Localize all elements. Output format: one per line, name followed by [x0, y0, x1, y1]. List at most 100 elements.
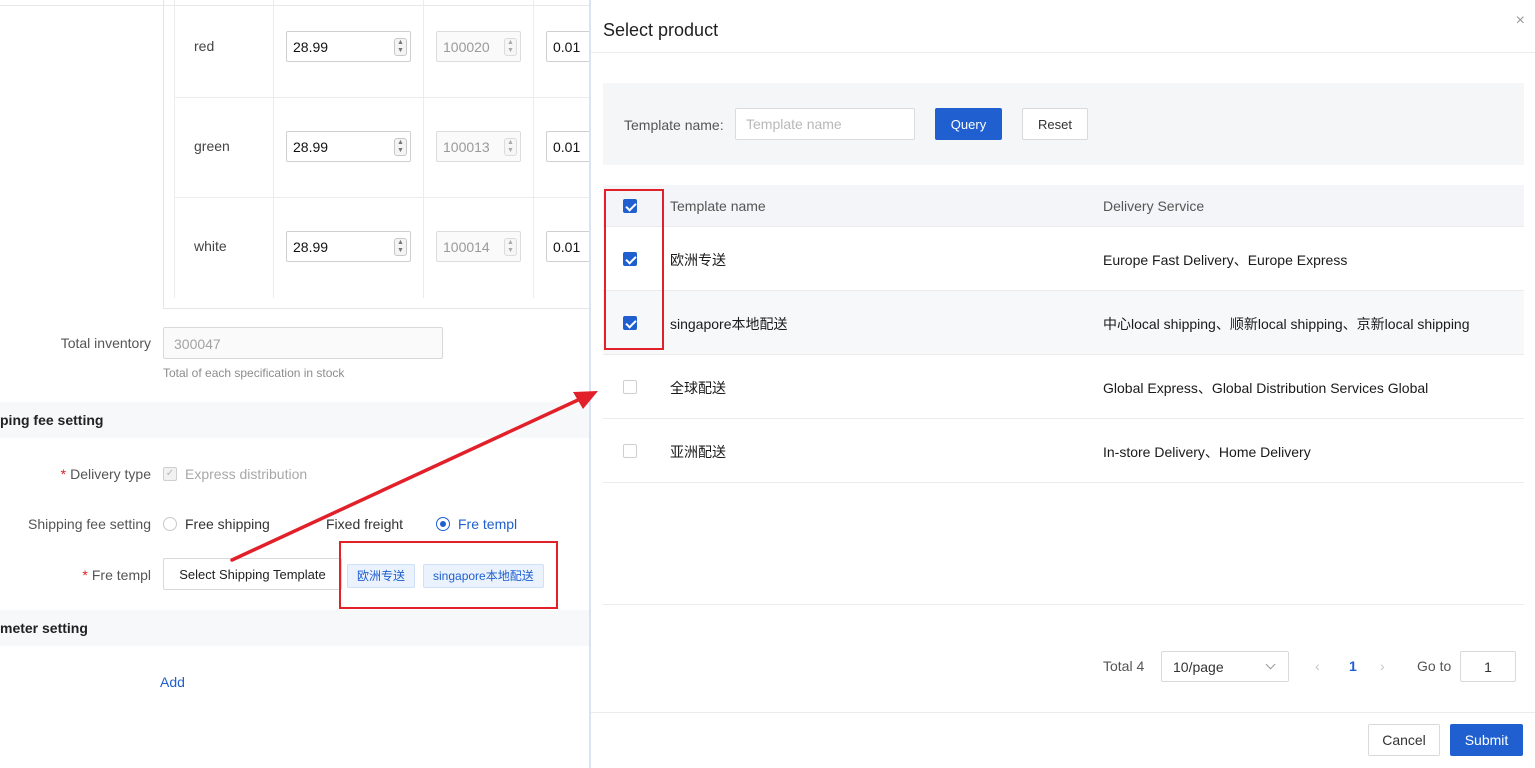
- stock-value: 100014: [443, 239, 490, 255]
- min-input[interactable]: 0.01: [546, 31, 590, 62]
- delivery-type-label: * Delivery type: [20, 466, 151, 482]
- select-product-drawer: Select product × Template name: Query Re…: [589, 0, 1535, 768]
- total-inventory-label: Total inventory: [60, 335, 151, 351]
- price-input[interactable]: 28.99 ▲ ▼: [286, 131, 411, 162]
- fre-templ-text: Fre templ: [91, 567, 151, 583]
- spec-row: white 28.99 ▲ ▼ 100014 ▲ ▼ 0.01: [174, 198, 590, 298]
- radio-icon[interactable]: [163, 517, 177, 531]
- row-delivery-service: Global Express、Global Distribution Servi…: [1103, 380, 1429, 396]
- radio-fre-templ[interactable]: Fre templ: [458, 516, 517, 532]
- stepper-icon: ▲ ▼: [504, 238, 517, 256]
- divider: [273, 0, 274, 97]
- stepper-icon[interactable]: ▲ ▼: [394, 138, 407, 156]
- radio-icon[interactable]: [436, 517, 450, 531]
- stock-input: 100020 ▲ ▼: [436, 31, 521, 62]
- delivery-type-text: Delivery type: [70, 466, 151, 482]
- table-row[interactable]: singapore本地配送 中心local shipping、顺新local s…: [603, 291, 1524, 355]
- stepper-icon: ▲ ▼: [504, 138, 517, 156]
- reset-button[interactable]: Reset: [1022, 108, 1088, 140]
- goto-input[interactable]: [1461, 652, 1515, 681]
- total-inventory-hint: Total of each specification in stock: [163, 366, 345, 380]
- column-header-delivery-service: Delivery Service: [1103, 198, 1205, 214]
- spec-color-label: white: [194, 238, 227, 254]
- page-size-value: 10/page: [1173, 659, 1224, 675]
- divider: [423, 0, 424, 97]
- price-value: 28.99: [293, 39, 329, 55]
- column-header-template-name: Template name: [670, 198, 766, 214]
- divider: [591, 712, 1535, 713]
- row-delivery-service: 中心local shipping、顺新local shipping、京新loca…: [1103, 316, 1470, 332]
- divider: [423, 98, 424, 197]
- current-page[interactable]: 1: [1349, 658, 1357, 674]
- checkbox-icon[interactable]: [623, 380, 637, 394]
- template-name-input[interactable]: [736, 109, 914, 139]
- annotation-box: [604, 189, 664, 350]
- divider: [273, 98, 274, 197]
- annotation-box: [339, 541, 558, 609]
- divider: [423, 198, 424, 298]
- close-icon[interactable]: ×: [1516, 12, 1525, 30]
- row-delivery-service: Europe Fast Delivery、Europe Express: [1103, 252, 1348, 268]
- row-template-name: 欧洲专送: [670, 252, 726, 268]
- table-row[interactable]: 亚洲配送 In-store Delivery、Home Delivery: [603, 419, 1524, 483]
- section-title: ping fee setting: [0, 412, 104, 428]
- spec-table: red 28.99 ▲ ▼ 100020 ▲ ▼ 0.01 green 28.99 …: [174, 0, 590, 298]
- stepper-icon: ▲ ▼: [504, 38, 517, 56]
- delivery-type-value: Express distribution: [185, 466, 308, 482]
- total-inventory-input: 300047: [163, 327, 443, 359]
- filter-label: Template name:: [624, 117, 724, 133]
- divider: [591, 52, 1535, 53]
- table-row[interactable]: 欧洲专送 Europe Fast Delivery、Europe Express: [603, 227, 1524, 291]
- shipping-section-header: ping fee setting: [0, 402, 590, 438]
- chevron-down-icon: [1265, 659, 1276, 670]
- table-row[interactable]: 全球配送 Global Express、Global Distribution …: [603, 355, 1524, 419]
- chevron-left-icon[interactable]: ‹: [1315, 658, 1320, 674]
- pagination-total: Total 4: [1103, 658, 1145, 674]
- table-header: Template name Delivery Service: [603, 185, 1524, 227]
- divider: [533, 198, 534, 298]
- filter-bar: Template name: Query Reset: [603, 83, 1524, 165]
- min-input[interactable]: 0.01: [546, 131, 590, 162]
- divider: [174, 0, 175, 97]
- price-value: 28.99: [293, 239, 329, 255]
- goto-input-wrap: [1460, 651, 1516, 682]
- radio-free-shipping[interactable]: Free shipping: [185, 516, 270, 532]
- price-input[interactable]: 28.99 ▲ ▼: [286, 231, 411, 262]
- spec-color-label: red: [194, 38, 215, 54]
- row-template-name: 亚洲配送: [670, 444, 726, 460]
- select-shipping-template-button[interactable]: Select Shipping Template: [163, 558, 342, 590]
- stepper-icon[interactable]: ▲ ▼: [394, 238, 407, 256]
- stock-input: 100014 ▲ ▼: [436, 231, 521, 262]
- template-name-input-wrap: [735, 108, 915, 140]
- spec-row: red 28.99 ▲ ▼ 100020 ▲ ▼ 0.01: [174, 0, 590, 98]
- stock-input: 100013 ▲ ▼: [436, 131, 521, 162]
- min-value: 0.01: [553, 139, 581, 155]
- goto-label: Go to: [1417, 658, 1452, 674]
- min-input[interactable]: 0.01: [546, 231, 590, 262]
- divider: [273, 198, 274, 298]
- checkbox-icon[interactable]: [623, 444, 637, 458]
- divider: [603, 604, 1524, 605]
- add-link[interactable]: Add: [160, 674, 185, 690]
- page-size-select[interactable]: 10/page: [1161, 651, 1289, 682]
- product-form: red 28.99 ▲ ▼ 100020 ▲ ▼ 0.01 green 28.99 …: [0, 0, 590, 768]
- stock-value: 100013: [443, 139, 490, 155]
- cancel-button[interactable]: Cancel: [1368, 724, 1440, 756]
- price-input[interactable]: 28.99 ▲ ▼: [286, 31, 411, 62]
- chevron-right-icon[interactable]: ›: [1380, 658, 1385, 674]
- stepper-icon[interactable]: ▲ ▼: [394, 38, 407, 56]
- required-mark: *: [82, 567, 88, 583]
- min-value: 0.01: [553, 39, 581, 55]
- query-button[interactable]: Query: [935, 108, 1002, 140]
- fre-templ-label: * Fre templ: [20, 567, 151, 583]
- stock-value: 100020: [443, 39, 490, 55]
- submit-button[interactable]: Submit: [1450, 724, 1523, 756]
- min-value: 0.01: [553, 239, 581, 255]
- required-mark: *: [60, 466, 67, 482]
- divider: [533, 98, 534, 197]
- checkmark-icon: ✓: [163, 467, 177, 481]
- row-template-name: singapore本地配送: [670, 316, 788, 332]
- radio-fixed-freight[interactable]: Fixed freight: [326, 516, 403, 532]
- divider: [174, 98, 175, 197]
- spec-row: green 28.99 ▲ ▼ 100013 ▲ ▼ 0.01: [174, 98, 590, 198]
